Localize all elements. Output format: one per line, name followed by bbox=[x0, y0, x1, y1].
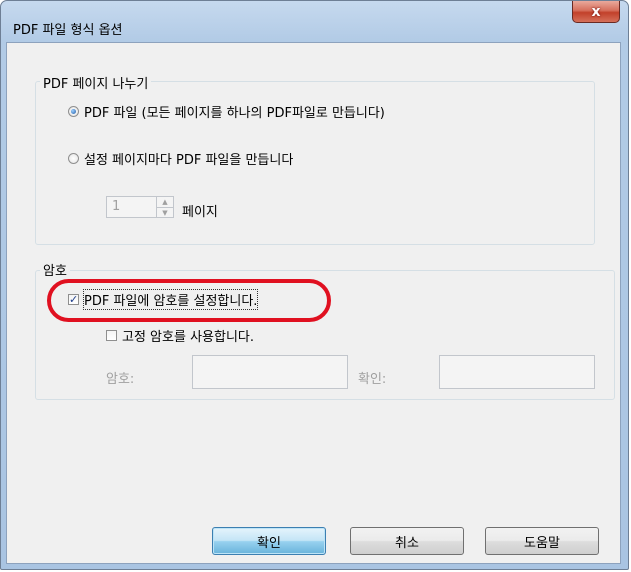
radio-selected-icon[interactable] bbox=[68, 106, 79, 117]
radio-per-pages[interactable]: 설정 페이지마다 PDF 파일을 만듭니다 bbox=[68, 149, 293, 168]
fixed-password-label[interactable]: 고정 암호를 사용합니다. bbox=[122, 326, 254, 345]
checkbox-unchecked-icon[interactable] bbox=[106, 330, 117, 341]
stepper-down-icon[interactable]: ▼ bbox=[157, 207, 173, 218]
checkbox-set-password[interactable]: ✓ PDF 파일에 암호를 설정합니다. bbox=[68, 289, 259, 310]
page-count-stepper[interactable]: 1 ▲ ▼ bbox=[106, 196, 174, 218]
close-icon: x bbox=[591, 3, 601, 20]
title-bar[interactable]: PDF 파일 형식 옵션 x bbox=[1, 1, 628, 43]
radio-single-pdf[interactable]: PDF 파일 (모든 페이지를 하나의 PDF파일로 만듭니다) bbox=[68, 102, 385, 121]
stepper-up-icon[interactable]: ▲ bbox=[157, 197, 173, 207]
checkbox-fixed-password[interactable]: 고정 암호를 사용합니다. bbox=[106, 326, 254, 345]
password-input[interactable] bbox=[192, 355, 348, 389]
window-title: PDF 파일 형식 옵션 bbox=[13, 23, 123, 38]
password-field-label: 암호: bbox=[106, 372, 135, 387]
set-password-label[interactable]: PDF 파일에 암호를 설정합니다. bbox=[82, 289, 259, 310]
radio-per-pages-label[interactable]: 설정 페이지마다 PDF 파일을 만듭니다 bbox=[84, 149, 293, 168]
confirm-password-input[interactable] bbox=[439, 355, 595, 389]
radio-single-pdf-label[interactable]: PDF 파일 (모든 페이지를 하나의 PDF파일로 만듭니다) bbox=[84, 102, 385, 121]
ok-button[interactable]: 확인 bbox=[212, 527, 326, 555]
confirm-field-label: 확인: bbox=[358, 372, 387, 387]
close-button[interactable]: x bbox=[572, 1, 620, 23]
cancel-button[interactable]: 취소 bbox=[350, 527, 464, 555]
radio-unselected-icon[interactable] bbox=[68, 153, 79, 164]
page-count-value[interactable]: 1 bbox=[112, 199, 120, 214]
checkbox-checked-icon[interactable]: ✓ bbox=[68, 294, 79, 305]
split-group-legend: PDF 페이지 나누기 bbox=[40, 73, 152, 92]
stepper-arrows[interactable]: ▲ ▼ bbox=[156, 197, 173, 217]
password-group-legend: 암호 bbox=[40, 260, 70, 279]
help-button[interactable]: 도움말 bbox=[485, 527, 599, 555]
page-unit-label: 페이지 bbox=[182, 205, 218, 220]
